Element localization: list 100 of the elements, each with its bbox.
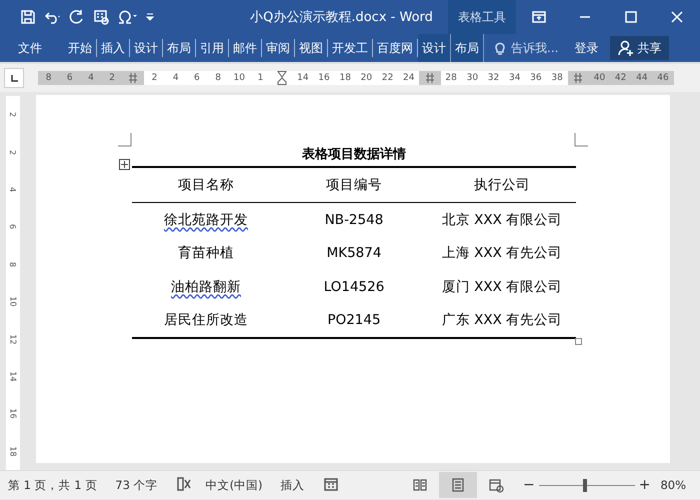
ribbon-tab[interactable]: 设计 (130, 39, 163, 57)
calendar-icon[interactable] (93, 9, 109, 25)
language-indicator[interactable]: 中文(中国) (206, 478, 263, 492)
read-view-icon (412, 477, 428, 493)
ruler-number: 24 (398, 71, 420, 85)
proofing-icon[interactable] (176, 476, 192, 492)
ribbon-tab[interactable]: 审阅 (262, 39, 295, 57)
indent-marker-icon[interactable] (276, 71, 287, 85)
ruler-number: 4 (8, 186, 18, 192)
window-title: 小Q办公演示教程.docx - Word (249, 9, 434, 26)
resize-handle-icon[interactable] (575, 338, 582, 345)
save-icon[interactable] (20, 9, 36, 25)
crop-mark-icon (118, 133, 132, 147)
ruler-number: 10 (8, 296, 18, 307)
column-marker-icon[interactable] (129, 73, 138, 83)
web-view-icon (488, 477, 504, 493)
sign-in-link[interactable]: 登录 (568, 38, 604, 58)
ruler-number: 46 (652, 71, 674, 85)
table-cell: 北京 XXX 有限公司 (442, 212, 562, 228)
ruler-number: 42 (610, 71, 632, 85)
column-header: 执行公司 (473, 176, 531, 194)
table-cell: 上海 XXX 有先公司 (442, 245, 562, 262)
column-marker-icon[interactable] (574, 73, 582, 83)
ruler-number: 18 (334, 71, 356, 85)
ruler-number: 14 (292, 71, 314, 85)
zoom-level[interactable]: 80% (660, 478, 686, 492)
ribbon-tab[interactable]: 引用 (196, 39, 229, 57)
ruler-number: 16 (313, 71, 335, 85)
tab-selector-icon[interactable] (9, 73, 19, 83)
column-header: 项目名称 (177, 176, 235, 194)
ribbon-display-icon[interactable] (531, 9, 547, 25)
share-button[interactable]: 共享 (610, 36, 670, 60)
ruler-number: 2 (8, 150, 18, 155)
ruler-number: 6 (186, 71, 208, 85)
ribbon-tab[interactable]: 开始 (64, 39, 97, 57)
ruler-number: 18 (8, 446, 18, 456)
ruler-number: 2 (8, 112, 18, 118)
vertical-ruler[interactable]: 2 2 4 6 8 10 12 14 16 18 (6, 96, 20, 470)
close-icon[interactable] (669, 9, 685, 25)
ruler-number: 4 (165, 71, 186, 85)
insert-mode[interactable]: 插入 (280, 478, 305, 492)
ruler-number: 2 (102, 71, 123, 85)
table-cell: PO2145 (327, 312, 381, 328)
tell-me-field[interactable]: 告诉我... (511, 40, 558, 56)
context-label: 表格工具 (448, 0, 516, 34)
omega-icon[interactable] (117, 9, 137, 25)
word-count[interactable]: 73 个字 (115, 478, 158, 492)
file-tab[interactable]: 文件 (0, 40, 54, 56)
ruler-number: 22 (377, 71, 398, 85)
ruler-number: 12 (8, 334, 18, 344)
ruler-number: 4 (80, 71, 102, 85)
ruler-number: 8 (208, 71, 229, 85)
table-cell: 油柏路翻新 (171, 278, 241, 295)
view-button[interactable] (438, 472, 477, 498)
ruler-number: 38 (546, 71, 568, 85)
ribbon-tab[interactable]: 邮件 (229, 39, 262, 57)
ruler-number: 8 (8, 262, 18, 267)
ruler-number: 16 (8, 408, 18, 419)
ribbon-tab[interactable]: 布局 (163, 39, 196, 57)
column-marker-icon[interactable] (426, 73, 434, 83)
ruler-number: 44 (631, 71, 652, 85)
redo-icon[interactable] (69, 9, 85, 25)
zoom-out-button[interactable]: − (522, 477, 535, 493)
person-plus-icon[interactable] (618, 40, 634, 56)
zoom-in-button[interactable]: + (638, 477, 650, 493)
print-view-icon (450, 477, 466, 493)
ruler-number: 8 (38, 71, 60, 85)
table-cell: 育苗种植 (178, 245, 234, 262)
table-cell: 广东 XXX 有先公司 (442, 312, 562, 328)
ruler-number: 10 (228, 71, 250, 85)
zoom-thumb[interactable] (582, 478, 587, 492)
column-header: 项目编号 (325, 176, 383, 194)
ruler-number: 32 (482, 71, 504, 85)
ruler-number: 36 (525, 71, 546, 85)
table-title: 表格项目数据详情 (301, 147, 407, 163)
macro-icon[interactable] (322, 476, 339, 492)
ruler-number: 40 (588, 71, 610, 85)
ruler-number: 6 (59, 71, 80, 85)
page-count[interactable]: 第 1 页，共 1 页 (8, 478, 98, 492)
move-handle-icon[interactable] (119, 159, 130, 170)
ribbon-tab[interactable]: 插入 (97, 39, 130, 57)
table-cell: LO14526 (324, 278, 384, 295)
ruler-number: 1 (250, 71, 272, 85)
table-cell: 厦门 XXX 有限公司 (442, 278, 562, 295)
table-cell: 居民住所改造 (164, 312, 248, 328)
maximize-icon[interactable] (623, 9, 639, 25)
ribbon-tab[interactable]: 布局 (451, 34, 484, 62)
ruler-number: 6 (8, 224, 18, 230)
crop-mark-icon (574, 133, 588, 147)
ruler-number: 20 (356, 71, 377, 85)
table-cell: NB-2548 (324, 212, 384, 228)
ruler-number: 14 (8, 371, 18, 382)
ribbon-tab[interactable]: 视图 (295, 39, 328, 57)
ribbon-tab[interactable]: 开发工 (328, 39, 373, 57)
ribbon-tab[interactable]: 设计 (418, 34, 451, 62)
table-cell: MK5874 (326, 245, 382, 262)
ruler-number: 30 (462, 71, 483, 85)
ruler-number: 2 (144, 71, 166, 85)
table-cell: 徐北苑路开发 (164, 212, 248, 228)
ruler-number: 34 (504, 71, 526, 85)
